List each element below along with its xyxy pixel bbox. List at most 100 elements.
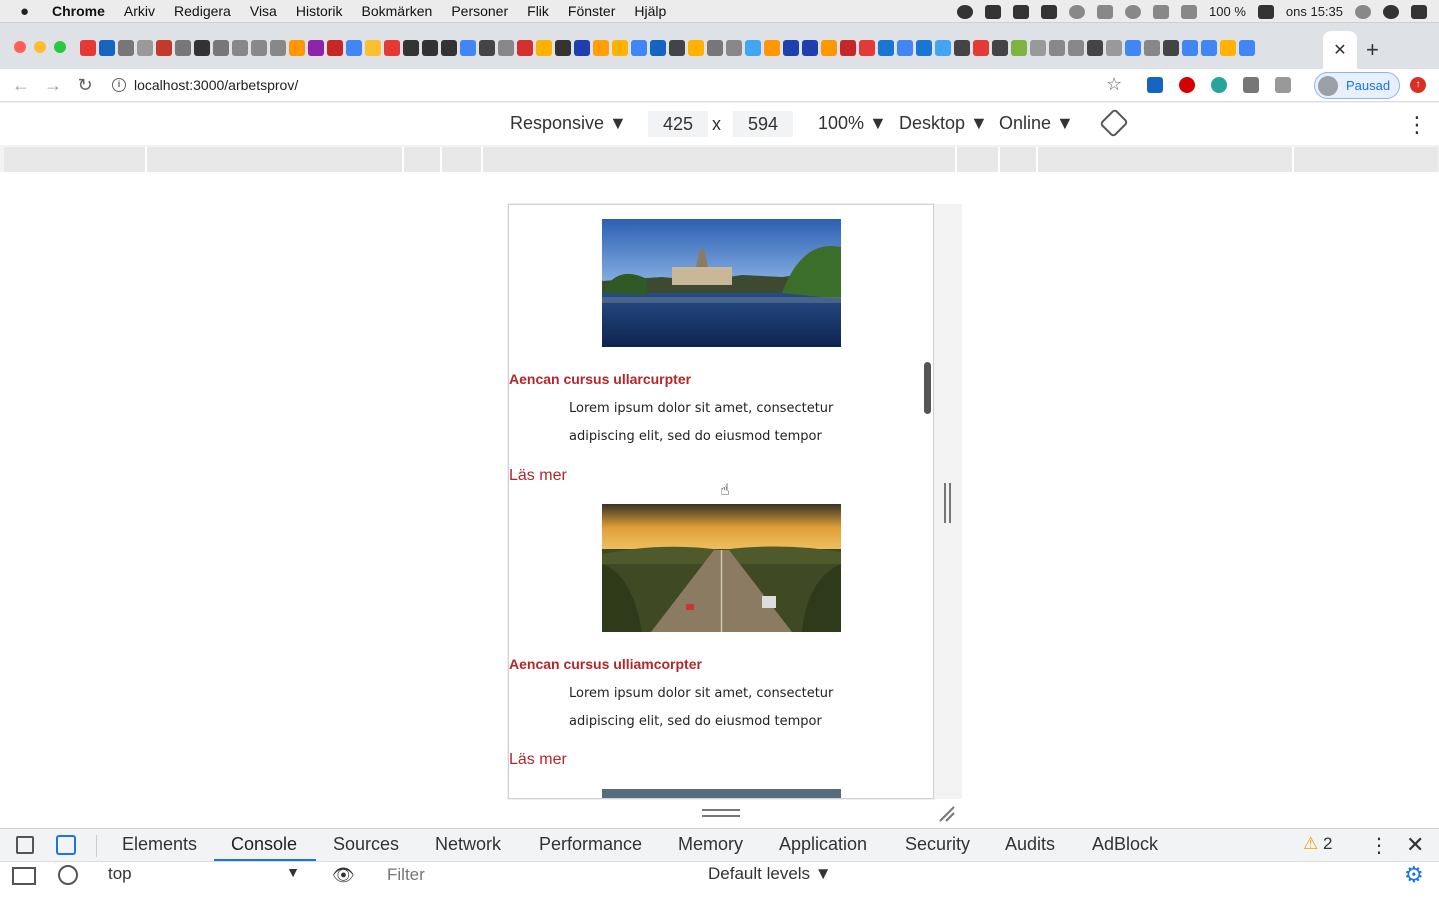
vpn-icon[interactable] bbox=[1069, 4, 1086, 19]
pinned-tab-favicon-icon[interactable] bbox=[251, 40, 267, 56]
emulated-viewport[interactable]: Aencan cursus ullarcurpter Lorem ipsum d… bbox=[508, 204, 934, 799]
tab-elements[interactable]: Elements bbox=[122, 834, 197, 855]
close-window-button[interactable] bbox=[14, 41, 26, 53]
bluetooth-icon[interactable] bbox=[1153, 4, 1170, 19]
tab-adblock[interactable]: AdBlock bbox=[1092, 834, 1158, 855]
devtools-menu-icon[interactable]: ⋮ bbox=[1369, 833, 1389, 858]
dropbox-icon[interactable] bbox=[985, 4, 1002, 19]
pinned-tab-favicon-icon[interactable] bbox=[992, 40, 1008, 56]
battery-icon[interactable] bbox=[1257, 4, 1274, 19]
pinned-tab-favicon-icon[interactable] bbox=[270, 40, 286, 56]
back-arrow-icon[interactable]: ← bbox=[10, 75, 32, 96]
tab-memory[interactable]: Memory bbox=[678, 834, 743, 855]
spotlight-icon[interactable] bbox=[1355, 4, 1371, 19]
pinned-tab-favicon-icon[interactable] bbox=[403, 40, 419, 56]
pinned-tab-favicon-icon[interactable] bbox=[384, 40, 400, 56]
airplay-icon[interactable] bbox=[1097, 4, 1114, 19]
pinned-tab-favicon-icon[interactable] bbox=[1239, 40, 1255, 56]
pinned-tab-favicon-icon[interactable] bbox=[80, 40, 96, 56]
context-select[interactable]: top ▼ bbox=[108, 864, 308, 888]
pinned-tab-favicon-icon[interactable] bbox=[612, 40, 628, 56]
pinned-tab-favicon-icon[interactable] bbox=[954, 40, 970, 56]
media-query-bar[interactable] bbox=[4, 147, 1438, 172]
pinned-tab-favicon-icon[interactable] bbox=[764, 40, 780, 56]
pinned-tab-favicon-icon[interactable] bbox=[1068, 40, 1084, 56]
pinned-tab-favicon-icon[interactable] bbox=[859, 40, 875, 56]
card-image-lake[interactable] bbox=[602, 219, 841, 347]
cloud-icon[interactable] bbox=[1041, 4, 1058, 19]
extension-adblock-icon[interactable] bbox=[1179, 77, 1195, 93]
pinned-tab-favicon-icon[interactable] bbox=[1201, 40, 1217, 56]
media-query-segment[interactable] bbox=[1036, 147, 1038, 172]
menu-flik[interactable]: Flik bbox=[527, 3, 549, 19]
siri-icon[interactable] bbox=[1383, 4, 1399, 19]
close-devtools-icon[interactable]: ✕ bbox=[1406, 832, 1424, 858]
tab-network[interactable]: Network bbox=[435, 834, 501, 855]
width-input[interactable]: 425 bbox=[648, 111, 708, 137]
extension-m-icon[interactable] bbox=[1211, 77, 1227, 93]
time-machine-icon[interactable] bbox=[1125, 4, 1142, 19]
tab-security[interactable]: Security bbox=[905, 834, 970, 855]
mode-select[interactable]: Desktop ▼ bbox=[899, 113, 988, 134]
pinned-tab-favicon-icon[interactable] bbox=[498, 40, 514, 56]
menu-redigera[interactable]: Redigera bbox=[174, 3, 231, 19]
pinned-tab-favicon-icon[interactable] bbox=[1144, 40, 1160, 56]
horizontal-resize-handle[interactable] bbox=[702, 809, 740, 817]
pinned-tab-favicon-icon[interactable] bbox=[194, 40, 210, 56]
pinned-tab-favicon-icon[interactable] bbox=[650, 40, 666, 56]
active-tab[interactable]: ✕ bbox=[1323, 31, 1357, 69]
height-input[interactable]: 594 bbox=[733, 111, 793, 137]
card-image-highway[interactable] bbox=[602, 504, 841, 632]
tab-close-icon[interactable]: ✕ bbox=[1333, 40, 1346, 60]
pinned-tab-favicon-icon[interactable] bbox=[574, 40, 590, 56]
pinned-tab-favicon-icon[interactable] bbox=[460, 40, 476, 56]
bookmark-star-icon[interactable]: ☆ bbox=[1106, 74, 1122, 95]
inspect-element-icon[interactable] bbox=[16, 836, 34, 854]
tab-audits[interactable]: Audits bbox=[1005, 834, 1055, 855]
wifi-icon[interactable] bbox=[1181, 4, 1198, 19]
pinned-tab-favicon-icon[interactable] bbox=[99, 40, 115, 56]
device-toolbar-toggle-icon[interactable] bbox=[56, 835, 76, 855]
media-query-segment[interactable] bbox=[998, 147, 1000, 172]
pinned-tab-favicon-icon[interactable] bbox=[422, 40, 438, 56]
menu-fonster[interactable]: Fönster bbox=[568, 3, 615, 19]
address-bar[interactable]: localhost:3000/arbetsprov/ bbox=[134, 77, 298, 93]
tab-application[interactable]: Application bbox=[779, 834, 867, 855]
pinned-tab-favicon-icon[interactable] bbox=[1106, 40, 1122, 56]
menu-bokmarken[interactable]: Bokmärken bbox=[362, 3, 433, 19]
pinned-tab-favicon-icon[interactable] bbox=[156, 40, 172, 56]
network-select[interactable]: Online ▼ bbox=[999, 113, 1074, 134]
pinned-tab-favicon-icon[interactable] bbox=[232, 40, 248, 56]
fullscreen-window-button[interactable] bbox=[54, 41, 66, 53]
pinned-tab-favicon-icon[interactable] bbox=[745, 40, 761, 56]
clear-console-icon[interactable] bbox=[58, 865, 78, 885]
pinned-tab-favicon-icon[interactable] bbox=[308, 40, 324, 56]
media-query-segment[interactable] bbox=[955, 147, 957, 172]
pinned-tab-favicon-icon[interactable] bbox=[688, 40, 704, 56]
warnings-counter[interactable]: ⚠ 2 bbox=[1303, 834, 1332, 854]
reload-icon[interactable]: ↻ bbox=[74, 75, 96, 96]
pinned-tab-favicon-icon[interactable] bbox=[821, 40, 837, 56]
read-more-link[interactable]: Läs mer bbox=[509, 751, 933, 769]
menu-arkiv[interactable]: Arkiv bbox=[124, 3, 155, 19]
pinned-tab-favicon-icon[interactable] bbox=[175, 40, 191, 56]
menu-chrome[interactable]: Chrome bbox=[52, 3, 105, 19]
pinned-tab-favicon-icon[interactable] bbox=[213, 40, 229, 56]
media-query-segment[interactable] bbox=[402, 147, 404, 172]
pinned-tab-favicon-icon[interactable] bbox=[479, 40, 495, 56]
menu-personer[interactable]: Personer bbox=[451, 3, 508, 19]
pinned-tab-favicon-icon[interactable] bbox=[897, 40, 913, 56]
extension-camera-icon[interactable] bbox=[1275, 77, 1291, 93]
zoom-select[interactable]: 100% ▼ bbox=[818, 113, 887, 134]
minimize-window-button[interactable] bbox=[34, 41, 46, 53]
pinned-tab-favicon-icon[interactable] bbox=[669, 40, 685, 56]
extension-bug-icon[interactable] bbox=[1243, 77, 1259, 93]
battery-percent[interactable]: 100 % bbox=[1209, 4, 1246, 19]
pinned-tab-favicon-icon[interactable] bbox=[118, 40, 134, 56]
pinned-tab-favicon-icon[interactable] bbox=[707, 40, 723, 56]
pinned-tab-favicon-icon[interactable] bbox=[1182, 40, 1198, 56]
new-tab-button[interactable]: + bbox=[1366, 37, 1379, 63]
pinned-tab-favicon-icon[interactable] bbox=[289, 40, 305, 56]
pinned-tab-favicon-icon[interactable] bbox=[631, 40, 647, 56]
site-info-icon[interactable]: i bbox=[112, 78, 126, 92]
